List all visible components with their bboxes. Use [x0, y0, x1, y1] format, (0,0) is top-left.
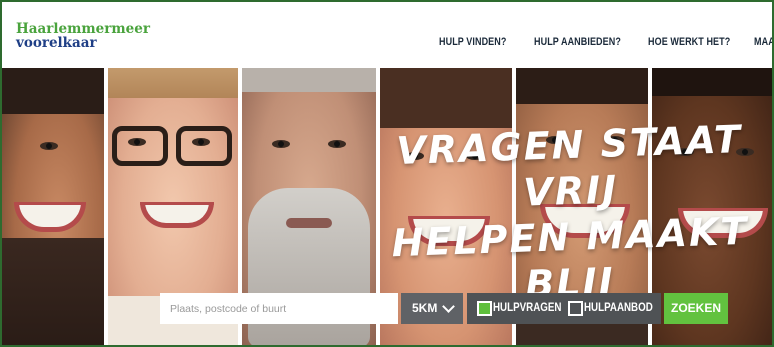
checkbox-unchecked-icon[interactable] [568, 301, 583, 316]
type-filters: HULPVRAGEN HULPAANBOD [467, 293, 661, 324]
hero-banner: VRAGEN STAAT VRIJ HELPEN MAAKT BLIJ 5KM … [2, 68, 772, 345]
nav-item-hulp-vinden[interactable]: HULP VINDEN? [439, 36, 506, 48]
location-search-input[interactable] [160, 293, 398, 324]
nav-item-maat[interactable]: MAAT [754, 36, 772, 48]
search-button[interactable]: ZOEKEN [664, 293, 728, 324]
checkbox-checked-icon[interactable] [477, 301, 492, 316]
nav-item-hulp-aanbieden[interactable]: HULP AANBIEDEN? [534, 36, 621, 48]
chevron-down-icon [442, 300, 455, 313]
nav-item-hoe-werkt-het[interactable]: HOE WERKT HET? [648, 36, 730, 48]
hero-headline-line-1: VRAGEN STAAT VRIJ [395, 116, 743, 215]
hero-photo-1 [2, 68, 104, 345]
hero-headline: VRAGEN STAAT VRIJ HELPEN MAAKT BLIJ [360, 117, 772, 307]
radius-value: 5KM [412, 301, 438, 315]
site-header: Haarlemmermeer voorelkaar HULP VINDEN? H… [2, 2, 772, 68]
filter-hulpvragen-label: HULPVRAGEN [493, 302, 562, 314]
main-nav: HULP VINDEN? HULP AANBIEDEN? HOE WERKT H… [2, 36, 772, 50]
logo-line-1: Haarlemmermeer [16, 21, 150, 37]
radius-select[interactable]: 5KM [401, 293, 463, 324]
page-frame: Haarlemmermeer voorelkaar HULP VINDEN? H… [0, 0, 774, 347]
filter-hulpaanbod-label: HULPAANBOD [584, 302, 653, 314]
